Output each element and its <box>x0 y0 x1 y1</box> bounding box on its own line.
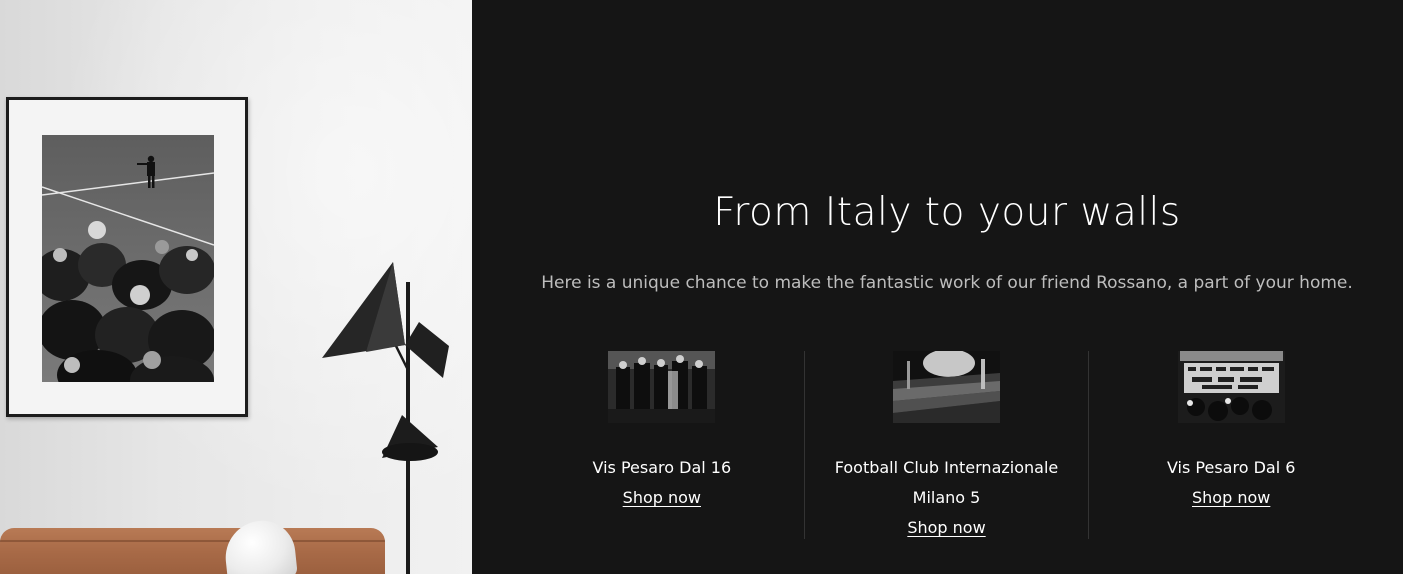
product-card: Vis Pesaro Dal 16 Shop now <box>520 351 804 539</box>
product-list: Vis Pesaro Dal 16 Shop now Football Club… <box>520 351 1373 539</box>
product-name: Vis Pesaro Dal 6 <box>1166 458 1296 477</box>
section-subtitle: Here is a unique chance to make the fant… <box>541 273 1353 293</box>
product-thumbnail[interactable] <box>608 351 716 423</box>
floor-lamp <box>322 262 449 574</box>
product-name: Vis Pesaro Dal 16 <box>592 458 732 477</box>
shop-now-link[interactable]: Shop now <box>623 483 701 513</box>
sofa <box>0 528 385 574</box>
sofa-seam <box>0 540 385 542</box>
product-card: Vis Pesaro Dal 6 Shop now <box>1088 351 1373 539</box>
product-thumbnail[interactable] <box>893 351 1000 423</box>
shop-now-link[interactable]: Shop now <box>1192 483 1270 513</box>
featured-section: From Italy to your walls Here is a uniqu… <box>472 0 1403 574</box>
section-title: From Italy to your walls <box>713 190 1181 235</box>
product-thumbnail[interactable] <box>1177 351 1285 423</box>
page: From Italy to your walls Here is a uniqu… <box>0 0 1403 574</box>
shop-now-link[interactable]: Shop now <box>907 513 985 543</box>
product-card: Football Club Internazionale Milano 5 Sh… <box>803 351 1089 539</box>
product-name: Football Club Internazionale Milano 5 <box>834 458 1059 507</box>
hero-room-photo <box>0 0 472 574</box>
